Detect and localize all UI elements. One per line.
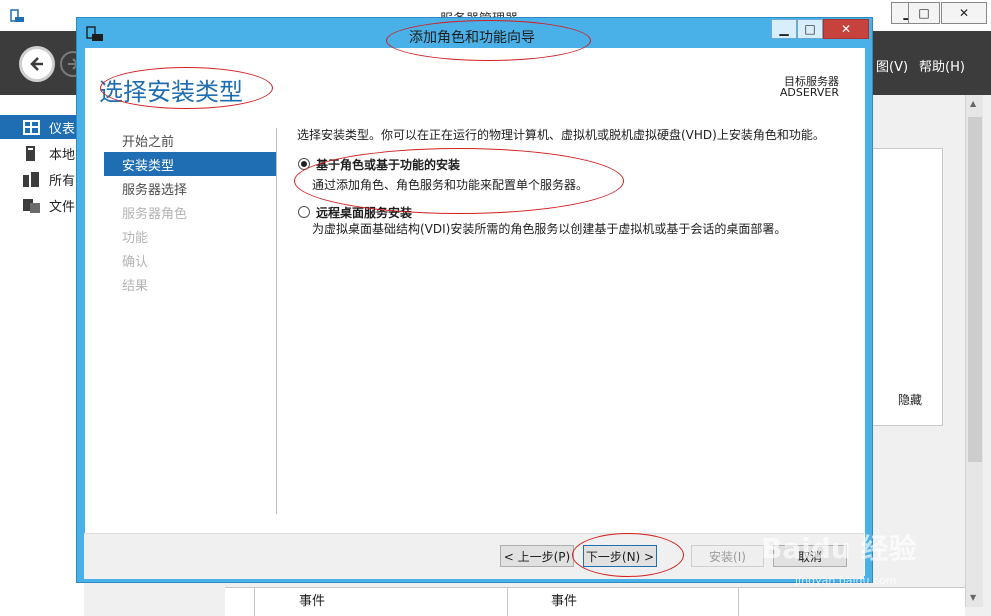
maximize-icon: □ <box>804 22 816 36</box>
wizard-close-button[interactable]: ✕ <box>823 19 869 39</box>
step-installation-type[interactable]: 安装类型 <box>104 152 276 176</box>
minimize-icon: ▁ <box>779 22 789 36</box>
maximize-icon: □ <box>918 6 930 20</box>
close-icon: ✕ <box>958 6 970 20</box>
menu-help[interactable]: 帮助(H) <box>919 56 965 75</box>
file-services-icon <box>23 198 40 213</box>
events-strip <box>225 587 965 616</box>
divider <box>738 588 739 616</box>
sidebar-item-all-servers[interactable]: 所有 <box>0 167 84 191</box>
step-server-roles: 服务器角色 <box>122 206 188 222</box>
remote-desktop-radio[interactable] <box>298 206 310 218</box>
maximize-button[interactable]: □ <box>908 2 940 24</box>
sidebar-item-dashboard[interactable]: 仪表 <box>0 115 84 139</box>
annotation-ellipse-heading <box>100 67 273 109</box>
intro-text: 选择安装类型。你可以在正在运行的物理计算机、虚拟机或脱机虚拟硬盘(VHD)上安装… <box>297 128 825 142</box>
sidebar-item-local-server[interactable]: 本地 <box>0 141 84 165</box>
back-button[interactable] <box>19 46 55 82</box>
sidebar-item-label: 本地 <box>49 147 76 163</box>
step-results: 结果 <box>122 278 149 294</box>
remote-desktop-option-desc: 为虚拟桌面基础结构(VDI)安装所需的角色服务以创建基于虚拟机或基于会话的桌面部… <box>312 222 787 236</box>
annotation-ellipse-next <box>572 533 684 577</box>
close-button[interactable]: ✕ <box>941 2 987 24</box>
scrollbar-thumb[interactable] <box>968 117 982 462</box>
local-server-icon <box>26 145 35 161</box>
nav-divider <box>276 128 277 514</box>
menu-view[interactable]: 图(V) <box>876 56 908 75</box>
all-servers-icon <box>23 171 39 187</box>
sidebar-item-label: 仪表 <box>49 121 76 137</box>
wizard-steps-nav: 开始之前 安装类型 服务器选择 服务器角色 功能 确认 结果 <box>104 128 276 296</box>
server-manager-sidebar: 仪表 本地 所有 文件 <box>0 95 84 616</box>
step-confirmation: 确认 <box>122 254 149 270</box>
events-label: 事件 <box>299 594 326 609</box>
hide-link[interactable]: 隐藏 <box>898 391 922 408</box>
vertical-scrollbar[interactable]: ▲ ▼ <box>965 95 983 607</box>
events-label: 事件 <box>551 594 578 609</box>
annotation-ellipse-title <box>386 20 591 61</box>
tile-panel <box>868 148 943 426</box>
sidebar-item-label: 所有 <box>49 173 76 189</box>
previous-button[interactable]: < 上一步(P) <box>500 545 574 567</box>
baidu-watermark-url: jingyan.baidu.com <box>795 574 897 587</box>
sidebar-item-file-services[interactable]: 文件 <box>0 193 84 217</box>
baidu-watermark: Baidu 经验 <box>761 532 917 565</box>
server-manager-icon <box>10 9 24 22</box>
target-server-name: ADSERVER <box>779 86 839 99</box>
step-before-you-begin[interactable]: 开始之前 <box>104 128 276 152</box>
install-button: 安装(I) <box>691 545 764 567</box>
dashboard-icon <box>23 119 40 135</box>
divider <box>254 588 255 616</box>
wizard-minimize-button[interactable]: ▁ <box>771 19 797 39</box>
wizard-maximize-button[interactable]: □ <box>797 19 823 39</box>
scroll-up-icon[interactable]: ▲ <box>970 99 976 108</box>
close-icon: ✕ <box>840 22 852 36</box>
scroll-down-icon[interactable]: ▼ <box>970 593 976 602</box>
step-server-selection[interactable]: 服务器选择 <box>104 176 276 200</box>
sidebar-item-label: 文件 <box>49 199 76 215</box>
wizard-icon <box>86 26 103 41</box>
divider <box>507 588 508 616</box>
arrow-left-icon <box>30 57 43 71</box>
step-features: 功能 <box>122 230 149 246</box>
annotation-ellipse-option <box>294 148 624 214</box>
